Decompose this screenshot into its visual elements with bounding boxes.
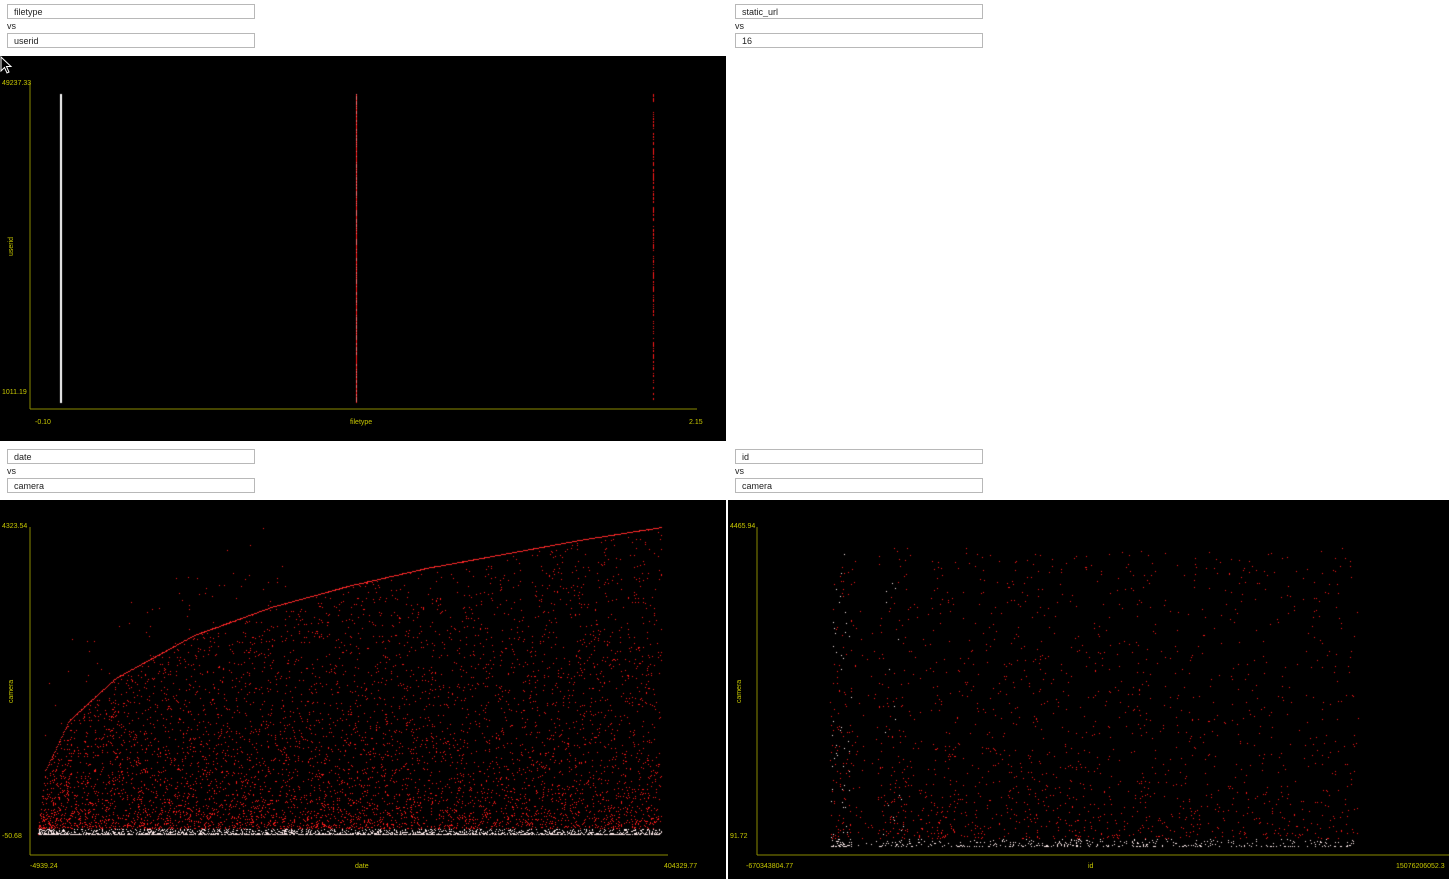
y-min-label: -50.68 [2,833,22,840]
x-min-label: -4939.24 [30,863,58,870]
y-field-input[interactable] [7,33,255,48]
vs-label: vs [735,466,744,476]
axes [29,83,697,410]
y-max-label: 4465.94 [730,523,756,530]
x-field-input[interactable] [7,4,255,19]
y-min-label: 91.72 [730,833,748,840]
plot-date-camera[interactable]: 4323.54 -50.68 -4939.24 404329.77 date c… [0,500,726,879]
y-field-input[interactable] [735,478,983,493]
x-field-input[interactable] [7,449,255,464]
y-axis-label: camera [8,679,16,704]
vs-label: vs [735,21,744,31]
plot-id-camera[interactable]: 4465.94 91.72 -670343804.77 15076206052.… [728,500,1449,879]
x-max-label: 2.15 [689,419,703,426]
y-max-label: 4323.54 [2,523,28,530]
x-max-label: 15076206052.3 [1396,863,1445,870]
axes [756,527,1449,856]
y-field-input[interactable] [7,478,255,493]
mouse-cursor-icon [0,56,13,74]
axes [29,527,668,856]
x-min-label: -0.10 [35,419,51,426]
x-field-input[interactable] [735,449,983,464]
x-axis-label: id [1088,863,1094,870]
y-min-label: 1011.19 [2,389,27,396]
y-axis-label: userid [8,236,16,257]
vs-label: vs [7,466,16,476]
x-min-label: -670343804.77 [746,863,794,870]
x-axis-label: date [355,863,369,870]
x-field-input[interactable] [735,4,983,19]
y-axis-label: camera [736,679,744,704]
plot-filetype-userid[interactable]: 49237.33 1011.19 -0.10 2.15 filetype use… [0,56,726,441]
y-max-label: 49237.33 [2,80,32,87]
vs-label: vs [7,21,16,31]
x-axis-label: filetype [350,419,373,426]
x-max-label: 404329.77 [664,863,698,870]
y-field-input[interactable] [735,33,983,48]
